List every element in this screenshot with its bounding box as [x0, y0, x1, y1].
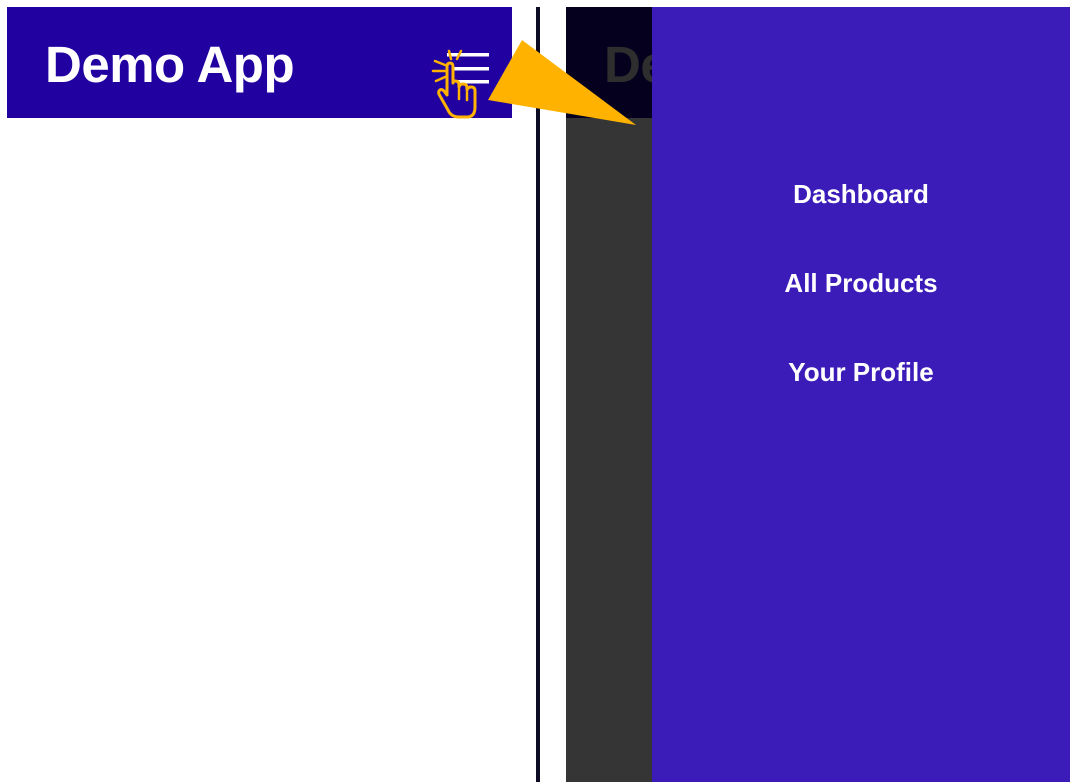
hamburger-menu-button[interactable]: [431, 47, 491, 122]
drawer-item-your-profile[interactable]: Your Profile: [652, 356, 1070, 388]
drawer-item-all-products[interactable]: All Products: [652, 267, 1070, 299]
drawer-item-dashboard[interactable]: Dashboard: [652, 178, 1070, 210]
app-title: Demo App: [45, 36, 295, 93]
app-header: Demo App: [7, 7, 512, 119]
open-state-screen: Demo App Dashboard All Products Your Pro…: [566, 7, 1070, 782]
hamburger-menu-icon: [431, 49, 489, 119]
navigation-drawer: Dashboard All Products Your Profile: [652, 7, 1070, 782]
closed-state-screen: Demo App: [0, 0, 536, 782]
arrow-right-icon: [488, 40, 636, 125]
